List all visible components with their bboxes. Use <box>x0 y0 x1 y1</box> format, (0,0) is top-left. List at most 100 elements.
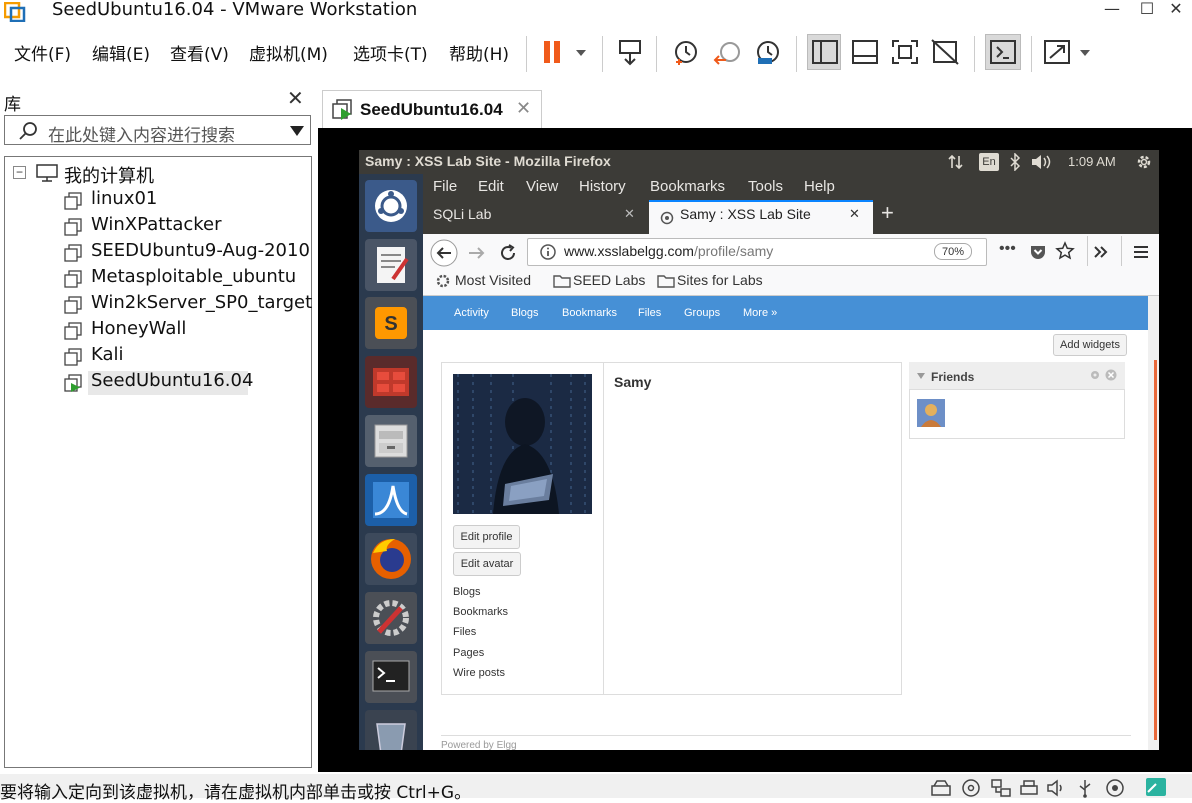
settings-gear-icon[interactable] <box>1135 153 1153 171</box>
edit-avatar-button[interactable]: Edit avatar <box>453 552 521 576</box>
ghex-icon[interactable] <box>365 356 417 408</box>
collapse-triangle-icon[interactable] <box>917 372 925 380</box>
menu-vm[interactable]: 虚拟机(M) <box>249 40 328 65</box>
ff-menu-view[interactable]: View <box>526 178 558 195</box>
usb-icon[interactable] <box>1074 778 1096 798</box>
widget-close-icon[interactable] <box>1105 369 1117 381</box>
tree-item-vm[interactable]: WinXPattacker <box>91 214 222 235</box>
forward-arrow-icon[interactable] <box>465 242 487 264</box>
back-arrow-icon[interactable] <box>429 238 459 268</box>
ff-menu-bookmarks[interactable]: Bookmarks <box>650 178 725 195</box>
close-tab-sqli-button[interactable]: ✕ <box>624 206 635 222</box>
tree-item-vm[interactable]: Kali <box>91 344 124 365</box>
network-adapter-icon[interactable] <box>990 778 1012 798</box>
maximize-button[interactable]: ☐ <box>1133 0 1161 18</box>
firefox-icon[interactable] <box>365 533 417 585</box>
tree-item-vm[interactable]: HoneyWall <box>91 318 186 339</box>
footer-powered-by[interactable]: Powered by Elgg <box>441 740 517 750</box>
volume-icon[interactable] <box>1031 154 1053 170</box>
tree-item-vm[interactable]: linux01 <box>91 188 157 209</box>
revert-snapshot-icon[interactable] <box>712 38 744 68</box>
menu-edit[interactable]: 编辑(E) <box>92 40 150 65</box>
console-view-icon[interactable] <box>988 38 1018 66</box>
ff-menu-help[interactable]: Help <box>804 178 835 195</box>
scrollbar-thumb[interactable] <box>1154 360 1157 740</box>
menu-view[interactable]: 查看(V) <box>170 40 229 65</box>
cd-dvd-icon[interactable] <box>960 778 982 798</box>
ff-menu-file[interactable]: File <box>433 178 457 195</box>
close-window-button[interactable]: ✕ <box>1162 0 1190 18</box>
menu-tabs[interactable]: 选项卡(T) <box>353 40 428 65</box>
tree-item-vm[interactable]: SEEDUbuntu9-Aug-2010 <box>91 240 310 261</box>
snapshot-manager-icon[interactable] <box>752 38 784 68</box>
stretch-guest-icon[interactable] <box>1042 38 1096 66</box>
keyboard-layout-indicator[interactable]: En <box>979 153 999 171</box>
edit-profile-button[interactable]: Edit profile <box>453 525 520 549</box>
widget-settings-icon[interactable] <box>1089 369 1101 381</box>
clock[interactable]: 1:09 AM <box>1068 154 1116 169</box>
nav-activity[interactable]: Activity <box>454 307 489 319</box>
nav-blogs[interactable]: Blogs <box>511 307 539 319</box>
thumbnail-bar-icon[interactable] <box>850 38 880 66</box>
side-link-bookmarks[interactable]: Bookmarks <box>453 606 508 618</box>
send-ctrl-alt-del-icon[interactable] <box>614 38 646 68</box>
network-icon[interactable] <box>947 154 965 170</box>
side-link-files[interactable]: Files <box>453 626 476 638</box>
nav-files[interactable]: Files <box>638 307 661 319</box>
zoom-level-badge[interactable]: 70% <box>934 243 972 260</box>
sublime-text-icon[interactable]: S <box>365 297 417 349</box>
show-library-icon[interactable] <box>810 38 840 66</box>
bookmark-star-icon[interactable] <box>1055 241 1075 261</box>
hard-disk-icon[interactable] <box>930 778 952 798</box>
tree-root-my-computer[interactable]: 我的计算机 <box>64 162 154 188</box>
system-settings-icon[interactable] <box>365 592 417 644</box>
minimize-button[interactable]: — <box>1098 0 1126 18</box>
menu-help[interactable]: 帮助(H) <box>449 40 509 65</box>
friend-avatar[interactable] <box>917 399 945 427</box>
nav-bookmarks[interactable]: Bookmarks <box>562 307 617 319</box>
message-log-icon[interactable] <box>1144 776 1168 798</box>
tree-collapse-toggle[interactable]: − <box>13 166 26 179</box>
page-actions-icon[interactable]: ••• <box>999 240 1016 258</box>
terminal-icon[interactable] <box>365 651 417 703</box>
pause-icon[interactable] <box>540 36 590 68</box>
wireshark-icon[interactable] <box>365 474 417 526</box>
menu-file[interactable]: 文件(F) <box>14 40 71 65</box>
close-tab-xss-button[interactable]: ✕ <box>849 206 860 222</box>
bluetooth-icon[interactable] <box>1009 153 1021 171</box>
add-widgets-button[interactable]: Add widgets <box>1053 334 1127 356</box>
ff-menu-tools[interactable]: Tools <box>748 178 783 195</box>
guest-desktop[interactable]: Samy : XSS Lab Site - Mozilla Firefox En… <box>359 150 1159 750</box>
pocket-icon[interactable] <box>1028 242 1048 262</box>
side-link-pages[interactable]: Pages <box>453 647 484 659</box>
nav-more[interactable]: More » <box>743 307 777 319</box>
snapshot-icon[interactable] <box>670 38 702 68</box>
unity-mode-icon[interactable] <box>930 38 960 66</box>
hamburger-menu-icon[interactable] <box>1131 242 1151 262</box>
reload-icon[interactable] <box>497 242 519 264</box>
bookmark-seed-labs[interactable]: SEED Labs <box>573 272 645 288</box>
trash-icon[interactable] <box>365 710 417 750</box>
close-tab-button[interactable]: ✕ <box>516 98 531 119</box>
printer-icon[interactable] <box>1018 778 1040 798</box>
tab-sqli-lab[interactable]: SQLi Lab <box>433 206 491 222</box>
library-close-button[interactable]: ✕ <box>287 86 304 110</box>
tree-item-vm[interactable]: Metasploitable_ubuntu <box>91 266 296 287</box>
bookmark-most-visited[interactable]: Most Visited <box>455 272 531 288</box>
full-screen-icon[interactable] <box>890 38 920 66</box>
overflow-chevron-icon[interactable] <box>1091 242 1111 262</box>
ff-menu-edit[interactable]: Edit <box>478 178 504 195</box>
nav-groups[interactable]: Groups <box>684 307 720 319</box>
bookmark-sites-for-labs[interactable]: Sites for Labs <box>677 272 763 288</box>
tree-item-vm[interactable]: SeedUbuntu16.04 <box>91 370 253 391</box>
text-editor-icon[interactable] <box>365 239 417 291</box>
chevron-down-icon[interactable] <box>289 125 305 137</box>
sound-card-icon[interactable] <box>1046 778 1068 798</box>
display-icon[interactable] <box>1104 778 1126 798</box>
info-icon[interactable] <box>539 243 557 261</box>
tree-item-vm[interactable]: Win2kServer_SP0_target <box>91 292 312 313</box>
side-link-blogs[interactable]: Blogs <box>453 586 481 598</box>
dash-home-icon[interactable] <box>365 180 417 232</box>
side-link-wire-posts[interactable]: Wire posts <box>453 667 505 679</box>
file-manager-icon[interactable] <box>365 415 417 467</box>
